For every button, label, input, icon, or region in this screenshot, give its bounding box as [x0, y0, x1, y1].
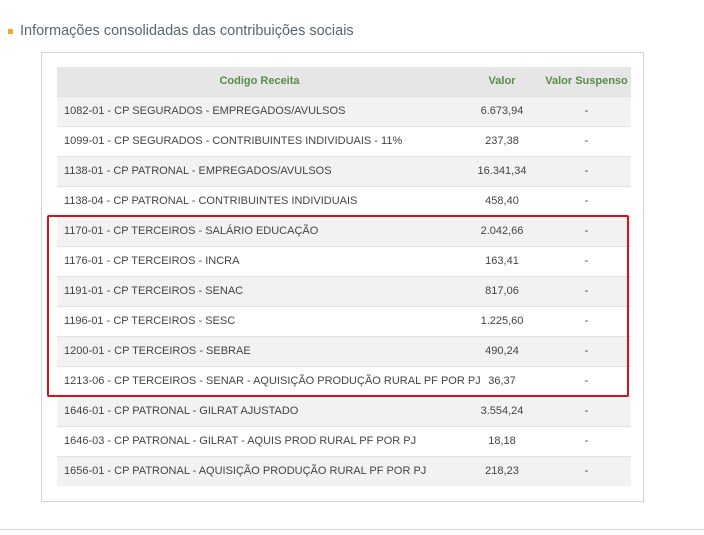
cell-value: 237,38: [462, 125, 542, 156]
cell-value: 163,41: [462, 245, 542, 276]
cell-code: 1099-01 - CP SEGURADOS - CONTRIBUINTES I…: [57, 125, 462, 156]
cell-suspended: -: [542, 245, 631, 276]
cell-suspended: -: [542, 395, 631, 426]
column-header-value[interactable]: Valor: [462, 67, 542, 96]
cell-value: 218,23: [462, 455, 542, 486]
table-row: 1176-01 - CP TERCEIROS - INCRA 163,41-: [57, 245, 631, 276]
cell-value: 817,06: [462, 275, 542, 306]
cell-code: 1196-01 - CP TERCEIROS - SESC: [57, 305, 462, 336]
cell-value: 1.225,60: [462, 305, 542, 336]
cell-code: 1656-01 - CP PATRONAL - AQUISIÇÃO PRODUÇ…: [57, 455, 462, 486]
divider: [0, 529, 704, 530]
contributions-table: Codigo Receita Valor Valor Suspenso 1082…: [57, 67, 631, 486]
table-row: 1138-01 - CP PATRONAL - EMPREGADOS/AVULS…: [57, 155, 631, 186]
cell-suspended: -: [542, 125, 631, 156]
cell-code: 1138-04 - CP PATRONAL - CONTRIBUINTES IN…: [57, 185, 462, 216]
cell-code: 1213-06 - CP TERCEIROS - SENAR - AQUISIÇ…: [57, 365, 481, 396]
cell-code: 1176-01 - CP TERCEIROS - INCRA: [57, 245, 462, 276]
table-row: 1170-01 - CP TERCEIROS - SALÁRIO EDUCAÇÃ…: [57, 215, 631, 246]
table-row: 1200-01 - CP TERCEIROS - SEBRAE 490,24-: [57, 335, 631, 366]
bullet-icon: [8, 28, 13, 34]
cell-suspended: -: [542, 335, 631, 366]
table-row: 1646-03 - CP PATRONAL - GILRAT - AQUIS P…: [57, 425, 631, 456]
cell-code: 1170-01 - CP TERCEIROS - SALÁRIO EDUCAÇÃ…: [57, 215, 462, 246]
cell-suspended: -: [542, 425, 631, 456]
cell-value: 18,18: [462, 425, 542, 456]
table-row: 1138-04 - CP PATRONAL - CONTRIBUINTES IN…: [57, 185, 631, 216]
table-body: 1082-01 - CP SEGURADOS - EMPREGADOS/AVUL…: [57, 95, 631, 486]
cell-code: 1646-03 - CP PATRONAL - GILRAT - AQUIS P…: [57, 425, 462, 456]
table-row: 1099-01 - CP SEGURADOS - CONTRIBUINTES I…: [57, 125, 631, 156]
cell-suspended: -: [542, 185, 631, 216]
table-row: 1656-01 - CP PATRONAL - AQUISIÇÃO PRODUÇ…: [57, 455, 631, 486]
section-title: Informações consolidadas das contribuiçõ…: [20, 23, 354, 39]
cell-value: 490,24: [462, 335, 542, 366]
cell-value: 16.341,34: [462, 155, 542, 186]
contributions-panel: Codigo Receita Valor Valor Suspenso 1082…: [41, 52, 644, 502]
cell-suspended: -: [542, 275, 631, 306]
table-header-row: Codigo Receita Valor Valor Suspenso: [57, 67, 631, 96]
table-row: 1082-01 - CP SEGURADOS - EMPREGADOS/AVUL…: [57, 95, 631, 126]
table-row: 1191-01 - CP TERCEIROS - SENAC 817,06-: [57, 275, 631, 306]
cell-suspended: -: [542, 305, 631, 336]
cell-suspended: -: [542, 455, 631, 486]
table-row: 1646-01 - CP PATRONAL - GILRAT AJUSTADO 3…: [57, 395, 631, 426]
cell-value: 6.673,94: [462, 95, 542, 126]
cell-suspended: -: [542, 155, 631, 186]
cell-suspended: -: [542, 215, 631, 246]
cell-code: 1138-01 - CP PATRONAL - EMPREGADOS/AVULS…: [57, 155, 462, 186]
cell-suspended: -: [542, 95, 631, 126]
column-header-code[interactable]: Codigo Receita: [57, 67, 462, 96]
column-header-suspended[interactable]: Valor Suspenso: [542, 67, 631, 96]
cell-code: 1200-01 - CP TERCEIROS - SEBRAE: [57, 335, 462, 366]
cell-code: 1646-01 - CP PATRONAL - GILRAT AJUSTADO: [57, 395, 462, 426]
cell-code: 1191-01 - CP TERCEIROS - SENAC: [57, 275, 462, 306]
cell-value: 2.042,66: [462, 215, 542, 246]
table-row: 1196-01 - CP TERCEIROS - SESC 1.225,60-: [57, 305, 631, 336]
cell-suspended: -: [542, 365, 631, 396]
table-row: 1213-06 - CP TERCEIROS - SENAR - AQUISIÇ…: [57, 365, 631, 396]
section-header: Informações consolidadas das contribuiçõ…: [8, 21, 354, 41]
cell-code: 1082-01 - CP SEGURADOS - EMPREGADOS/AVUL…: [57, 95, 462, 126]
cell-value: 3.554,24: [462, 395, 542, 426]
cell-value: 458,40: [462, 185, 542, 216]
